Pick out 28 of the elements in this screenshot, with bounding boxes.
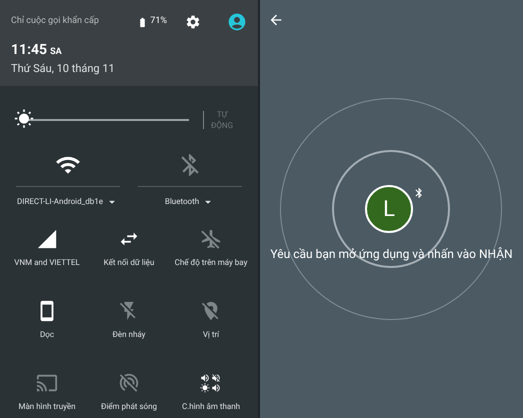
share-instruction-text: Yêu cầu bạn mở ứng dụng và nhấn vào NHẬN (270, 247, 513, 261)
settings-icon[interactable] (185, 14, 201, 30)
tile-label[interactable]: C.hình âm thanh (182, 401, 240, 413)
date-text: Thứ Sáu, 10 tháng 11 (11, 61, 116, 77)
hotspot-off-icon[interactable] (118, 372, 140, 394)
airplane-off-icon[interactable] (200, 228, 222, 250)
brightness-thumb[interactable] (14, 109, 34, 129)
tile-label[interactable]: Vị trí (202, 329, 220, 341)
cast-icon[interactable] (36, 372, 58, 394)
tile-label[interactable]: Đèn nháy (112, 329, 146, 341)
carrier-text: Chỉ cuộc gọi khẩn cấp (11, 15, 99, 28)
tile-label[interactable]: Dọc (40, 329, 54, 341)
tile-label[interactable]: Kết nối dữ liệu (104, 257, 154, 269)
cell-signal-icon[interactable] (36, 228, 58, 250)
tile-label[interactable]: Chế độ trên máy bay (174, 257, 248, 269)
tile-dropdown[interactable]: Bluetooth (164, 195, 216, 209)
bluetooth-icon (413, 187, 425, 199)
user-avatar-icon[interactable] (227, 12, 247, 32)
tile-label[interactable]: Điểm phát sóng (100, 401, 157, 413)
tile-label[interactable]: VNM and VIETTEL (14, 257, 80, 269)
tile-label[interactable]: Màn hình truyền (18, 401, 76, 413)
clock-ampm: SA (50, 46, 62, 59)
clock-time: 11:45 (11, 41, 48, 60)
battery-percent: 71% (150, 15, 167, 28)
back-arrow-icon[interactable] (268, 12, 284, 28)
tile-dropdown[interactable]: DIRECT-LI-Android_db1e (17, 195, 119, 209)
sound-modes-icon[interactable] (200, 373, 222, 393)
user-avatar[interactable]: L (365, 185, 413, 233)
